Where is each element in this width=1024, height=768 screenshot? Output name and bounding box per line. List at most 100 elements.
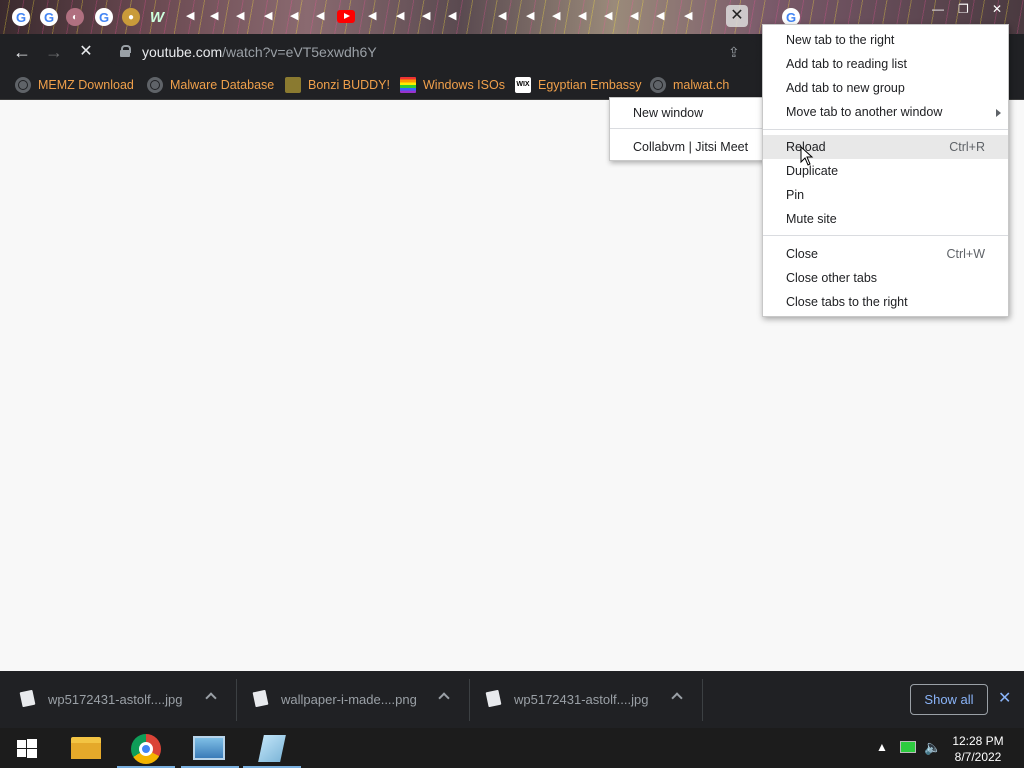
taskbar-file-explorer[interactable] (57, 728, 115, 768)
mouse-cursor-icon (800, 146, 814, 166)
taskbar-chrome[interactable] (117, 728, 175, 768)
stop-loading-icon[interactable]: ✕ (76, 42, 96, 62)
speaker-icon[interactable]: ◀ (526, 10, 538, 22)
google-icon[interactable]: G (95, 8, 113, 26)
speaker-icon[interactable]: ◀ (368, 10, 380, 22)
menu-item-label: Close (786, 247, 818, 261)
menu-item-add-to-reading-list[interactable]: Add tab to reading list (763, 52, 1008, 76)
speaker-icon[interactable]: ◀ (448, 10, 460, 22)
bookmark-label: MEMZ Download (38, 78, 134, 92)
start-button[interactable] (0, 728, 58, 768)
photos-icon (193, 736, 225, 760)
speaker-icon[interactable]: ◀ (630, 10, 642, 22)
chrome-icon (131, 734, 161, 764)
bookmark-windows-isos[interactable]: Windows ISOs (400, 76, 505, 94)
taskbar-clock[interactable]: 12:28 PM 8/7/2022 (950, 733, 1006, 765)
forward-arrow-icon[interactable]: → (44, 42, 64, 62)
submenu-arrow-icon (996, 109, 1001, 117)
bookmark-label: Bonzi BUDDY! (308, 78, 390, 92)
speaker-icon[interactable]: ◀ (316, 10, 328, 22)
menu-item-label: Close other tabs (786, 271, 878, 285)
url-text[interactable]: youtube.com/watch?v=eVT5exwdh6Y (142, 44, 377, 60)
menu-item-label: Add tab to new group (786, 81, 905, 95)
bookmark-label: malwat.ch (673, 78, 730, 92)
address-bar[interactable]: youtube.com/watch?v=eVT5exwdh6Y ⇪ (108, 38, 758, 66)
menu-item-mute-site[interactable]: Mute site (763, 207, 1008, 231)
download-file-name: wp5172431-astolf....jpg (48, 692, 183, 707)
speaker-icon[interactable]: ◀ (264, 10, 276, 22)
wix-icon: WIX (515, 77, 531, 93)
google-icon[interactable]: G (12, 8, 30, 26)
menu-item-close-tabs-right[interactable]: Close tabs to the right (763, 290, 1008, 314)
url-path: /watch?v=eVT5exwdh6Y (222, 44, 377, 60)
windows-logo-icon (17, 739, 37, 758)
speaker-icon[interactable]: ◀ (604, 10, 616, 22)
speaker-icon[interactable]: ◀ (498, 10, 510, 22)
chevron-up-icon[interactable] (205, 692, 217, 704)
network-icon[interactable] (900, 741, 916, 753)
menu-item-collabvm-jitsi-meet[interactable]: Collabvm | Jitsi Meet (610, 135, 765, 159)
divider (702, 679, 703, 721)
file-icon (485, 689, 502, 708)
lock-icon[interactable] (120, 45, 131, 57)
window-close-icon[interactable]: ✕ (992, 2, 1002, 16)
speaker-icon[interactable]: ◀ (422, 10, 434, 22)
chevron-up-icon[interactable] (438, 692, 450, 704)
menu-item-pin[interactable]: Pin (763, 183, 1008, 207)
bonzi-icon (285, 77, 301, 93)
share-icon[interactable]: ⇪ (728, 44, 740, 61)
download-item[interactable]: wp5172431-astolf....jpg (466, 679, 698, 719)
menu-separator (763, 129, 1008, 130)
tab-context-menu: New tab to the right Add tab to reading … (762, 24, 1009, 317)
bookmark-memz-download[interactable]: MEMZ Download (15, 76, 134, 94)
volume-icon[interactable]: 🔈 (924, 739, 941, 768)
speaker-icon[interactable]: ◀ (552, 10, 564, 22)
menu-item-label: Mute site (786, 212, 837, 226)
bookmark-bonzi-buddy[interactable]: Bonzi BUDDY! (285, 76, 390, 94)
file-icon (252, 689, 269, 708)
download-item[interactable]: wallpaper-i-made....png (233, 679, 465, 719)
menu-separator (610, 128, 765, 129)
bookmark-label: Egyptian Embassy (538, 78, 642, 92)
bookmark-egyptian-embassy[interactable]: WIX Egyptian Embassy (515, 76, 642, 94)
menu-item-close[interactable]: Close Ctrl+W (763, 242, 1008, 266)
taskbar-photos[interactable] (181, 728, 239, 768)
menu-item-add-to-new-group[interactable]: Add tab to new group (763, 76, 1008, 100)
chevron-up-icon[interactable]: ▲ (876, 740, 888, 768)
speaker-icon[interactable]: ◀ (236, 10, 248, 22)
tab-close-icon[interactable]: ✕ (726, 5, 748, 27)
taskbar-notepad[interactable] (243, 728, 301, 768)
show-all-button[interactable]: Show all (910, 684, 988, 715)
back-arrow-icon[interactable]: ← (12, 42, 32, 62)
url-domain: youtube.com (142, 44, 223, 60)
google-icon[interactable]: G (40, 8, 58, 26)
speaker-icon[interactable]: ◀ (186, 10, 198, 22)
bookmark-malware-database[interactable]: Malware Database (147, 76, 274, 94)
menu-item-label: New tab to the right (786, 33, 895, 47)
speaker-icon[interactable]: ◀ (684, 10, 696, 22)
menu-item-new-window[interactable]: New window (610, 101, 765, 125)
globe-icon (147, 77, 163, 93)
download-item[interactable]: wp5172431-astolf....jpg (0, 679, 232, 719)
speaker-icon[interactable]: ◀ (290, 10, 302, 22)
download-file-name: wallpaper-i-made....png (281, 692, 417, 707)
chevron-up-icon[interactable] (671, 692, 683, 704)
speaker-icon[interactable]: ◀ (656, 10, 668, 22)
speaker-icon[interactable]: ◀ (396, 10, 408, 22)
tab-favicon[interactable]: ◐ (66, 8, 84, 26)
menu-item-close-other-tabs[interactable]: Close other tabs (763, 266, 1008, 290)
speaker-icon[interactable]: ◀ (578, 10, 590, 22)
tab-favicon[interactable]: ● (122, 8, 140, 26)
close-icon[interactable]: ✕ (998, 689, 1011, 709)
minimize-icon[interactable]: — (932, 2, 944, 16)
bookmark-malwat-ch[interactable]: malwat.ch (650, 76, 729, 94)
tab-favicon[interactable]: W (148, 8, 166, 26)
maximize-icon[interactable]: ❐ (958, 2, 969, 16)
clock-date: 8/7/2022 (954, 750, 1002, 764)
youtube-icon[interactable] (337, 10, 355, 23)
download-file-name: wp5172431-astolf....jpg (514, 692, 649, 707)
speaker-icon[interactable]: ◀ (210, 10, 222, 22)
menu-item-move-tab-to-window[interactable]: Move tab to another window (763, 100, 1008, 124)
menu-item-new-tab-right[interactable]: New tab to the right (763, 28, 1008, 52)
menu-item-label: Duplicate (786, 164, 839, 178)
